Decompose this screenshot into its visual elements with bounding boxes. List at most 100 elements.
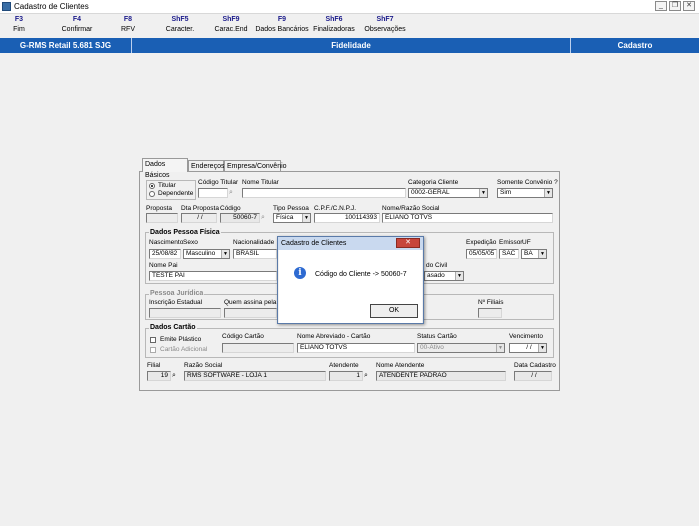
quem-assina-input[interactable]: [224, 308, 277, 318]
information-icon: i: [294, 267, 306, 279]
atendente-input[interactable]: 1: [329, 371, 363, 381]
binoculars-search-icon[interactable]: ⌕: [364, 371, 368, 380]
nome-abreviado-input[interactable]: ELIANO TOTVS: [297, 343, 415, 353]
button-label: RFV: [121, 26, 135, 33]
nome-titular-label: Nome Titular: [242, 179, 279, 186]
nome-razao-input[interactable]: ELIANO TOTVS: [382, 213, 553, 223]
window-title: Cadastro de Clientes: [14, 2, 89, 11]
estado-civil-value: asado: [427, 272, 445, 279]
codigo-label: Código: [220, 205, 241, 212]
num-filiais-label: Nº Filiais: [478, 299, 504, 306]
dta-proposta-input[interactable]: / /: [181, 213, 217, 223]
status-cartao-select[interactable]: 00-Ativo ▼: [417, 343, 505, 353]
nome-titular-input[interactable]: [242, 188, 406, 198]
codigo-titular-input[interactable]: [198, 188, 228, 198]
restore-button[interactable]: ❐: [669, 1, 681, 11]
razao-social-input[interactable]: RMS SOFTWARE - LOJA 1: [184, 371, 326, 381]
minimize-button[interactable]: _: [655, 1, 667, 11]
nacionalidade-input[interactable]: BRASIL: [233, 249, 277, 259]
toolbar-rfv-button[interactable]: F8 RFV: [118, 15, 138, 37]
inscricao-input[interactable]: [149, 308, 221, 318]
toolbar-finalizadoras-button[interactable]: ShF6 Finalizadoras: [312, 15, 356, 37]
chevron-down-icon: ▼: [479, 189, 487, 197]
info-dialog: Cadastro de Clientes ✕ i Código do Clien…: [277, 236, 424, 324]
dialog-message: Código do Cliente -> 50060-7: [315, 271, 407, 278]
close-window-button[interactable]: ✕: [683, 1, 695, 11]
dta-proposta-label: Dta Proposta: [181, 205, 219, 212]
key-label: ShF9: [222, 16, 240, 23]
toolbar-confirmar-button[interactable]: F4 Confirmar: [58, 15, 96, 37]
emissor-label: Emissor: [499, 239, 523, 246]
status-cartao-value: 00-Ativo: [420, 344, 444, 351]
button-label: Caracter.: [165, 26, 195, 33]
tipo-pessoa-value: Física: [276, 214, 294, 221]
nome-atendente-input[interactable]: ATENDENTE PADRAO: [376, 371, 506, 381]
num-filiais-input[interactable]: [478, 308, 502, 318]
vencimento-select[interactable]: / / ▼: [509, 343, 547, 353]
button-label: Dados Bancários: [255, 26, 309, 33]
dependente-label: Dependente: [158, 190, 194, 197]
titular-label: Titular: [158, 182, 176, 189]
filial-label: Filial: [147, 362, 161, 369]
key-label: ShF6: [325, 16, 343, 23]
cpf-input[interactable]: 100114393: [314, 213, 380, 223]
sexo-select[interactable]: Masculino ▼: [183, 249, 230, 259]
toolbar-observacoes-button[interactable]: ShF7 Observações: [363, 15, 407, 37]
module-header: G-RMS Retail 5.681 SJG Fidelidade Cadast…: [0, 38, 699, 53]
nome-pai-label: Nome Pai: [149, 262, 178, 269]
toolbar-dados-bancarios-button[interactable]: F9 Dados Bancários: [255, 15, 309, 37]
somente-convenio-select[interactable]: Sim ▼: [497, 188, 553, 198]
chevron-down-icon: ▼: [538, 344, 546, 352]
nome-pai-input[interactable]: TESTE PAI: [149, 271, 277, 281]
proposta-label: Proposta: [146, 205, 173, 212]
codigo-titular-label: Código Titular: [198, 179, 239, 186]
tab-dados-basicos[interactable]: Dados Básicos: [142, 158, 188, 179]
proposta-input[interactable]: [146, 213, 178, 223]
ok-button[interactable]: OK: [370, 304, 418, 318]
nascimento-input[interactable]: 25/08/82: [149, 249, 181, 259]
nascimento-label: Nascimento: [149, 239, 184, 246]
categoria-select[interactable]: 0002-GERAL ▼: [408, 188, 488, 198]
binoculars-search-icon[interactable]: ⌕: [229, 188, 233, 197]
somente-convenio-label: Somente Convênio ?: [497, 179, 558, 186]
codigo-input[interactable]: 50060-7: [220, 213, 260, 223]
cartao-adicional-label: Cartão Adicional: [160, 346, 208, 353]
emite-plastico-checkbox[interactable]: [150, 337, 156, 343]
filial-input[interactable]: 19: [147, 371, 171, 381]
expedicao-label: Expedição: [466, 239, 497, 246]
data-cadastro-input[interactable]: / /: [514, 371, 552, 381]
toolbar-carac-end-button[interactable]: ShF9 Carac.End: [212, 15, 250, 37]
button-label: Carac.End: [214, 26, 248, 33]
emissor-input[interactable]: SAC: [499, 249, 519, 259]
estado-civil-select[interactable]: asado ▼: [424, 271, 464, 281]
data-cadastro-label: Data Cadastro: [514, 362, 556, 369]
vencimento-label: Vencimento: [509, 333, 543, 340]
chevron-down-icon: ▼: [455, 272, 463, 280]
emite-plastico-label: Emite Plástico: [160, 336, 202, 343]
toolbar-fim-button[interactable]: F3 Fim: [8, 15, 30, 37]
cartao-title: Dados Cartão: [149, 324, 197, 331]
button-label: Confirmar: [61, 26, 93, 33]
nome-razao-label: Nome/Razão Social: [382, 205, 440, 212]
binoculars-search-icon[interactable]: ⌕: [172, 371, 176, 380]
dialog-close-button[interactable]: ✕: [396, 238, 420, 248]
binoculars-search-icon[interactable]: ⌕: [261, 213, 265, 222]
uf-select[interactable]: BA ▼: [521, 249, 547, 259]
sexo-value: Masculino: [186, 250, 216, 257]
pessoa-juridica-title: Pessoa Jurídica: [149, 290, 205, 297]
key-label: ShF5: [171, 16, 189, 23]
app-icon: [2, 2, 11, 11]
module-name: Fidelidade: [132, 38, 571, 53]
quem-assina-label: Quem assina pela E: [224, 299, 283, 306]
cartao-adicional-checkbox[interactable]: [150, 347, 156, 353]
button-label: Finalizadoras: [313, 26, 355, 33]
tipo-pessoa-select[interactable]: Física ▼: [273, 213, 311, 223]
dependente-radio[interactable]: [149, 191, 155, 197]
expedicao-input[interactable]: 05/05/05: [466, 249, 497, 259]
nome-atendente-label: Nome Atendente: [376, 362, 425, 369]
cpf-label: C.P.F./C.N.P.J.: [314, 205, 357, 212]
titular-radio[interactable]: [149, 183, 155, 189]
screen-name: Cadastro: [617, 41, 653, 50]
toolbar-caracter-button[interactable]: ShF5 Caracter.: [162, 15, 198, 37]
codigo-cartao-input[interactable]: [222, 343, 294, 353]
